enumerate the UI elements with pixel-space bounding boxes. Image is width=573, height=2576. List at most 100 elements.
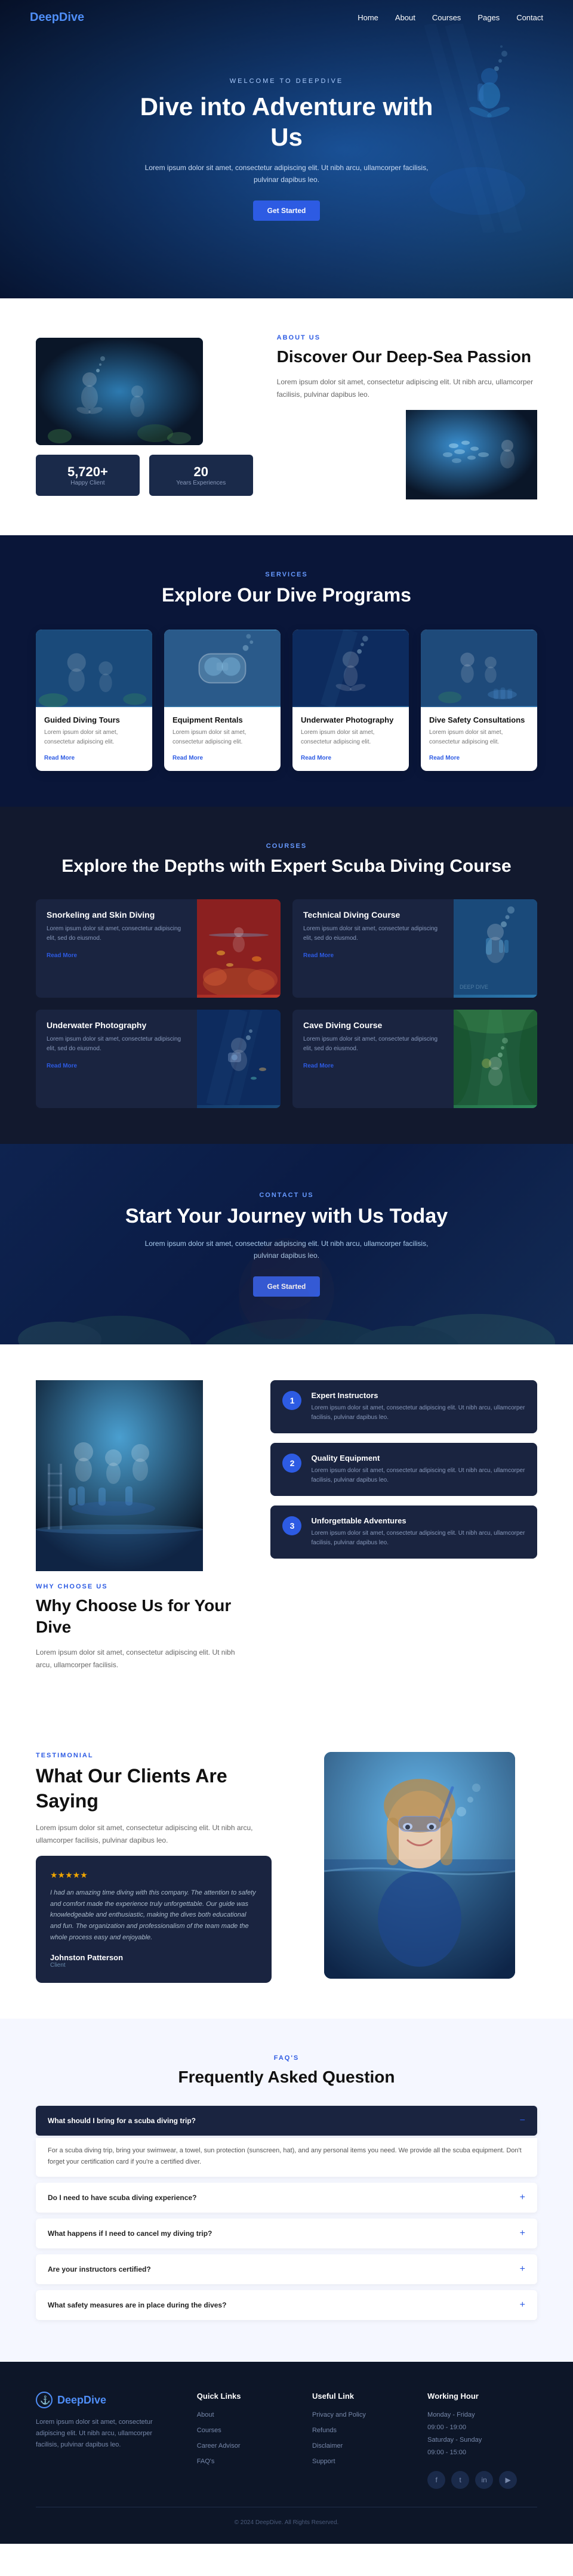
why-title: Why Choose Us for Your Dive [36,1595,241,1639]
service-card-2: Underwater Photography Lorem ipsum dolor… [292,630,409,771]
course-card-0: Snorkeling and Skin Diving Lorem ipsum d… [36,899,281,998]
service-readmore-0[interactable]: Read More [44,755,75,761]
cta-label: Contact Us [36,1192,537,1199]
why-card-desc-0: Lorem ipsum dolor sit amet, consectetur … [311,1403,525,1423]
footer-link-about[interactable]: About [197,2411,214,2418]
faq-question-4: What safety measures are in place during… [48,2301,226,2309]
why-card-1: 2 Quality Equipment Lorem ipsum dolor si… [270,1443,537,1496]
twitter-icon[interactable]: t [451,2471,469,2489]
course-body-1: Technical Diving Course Lorem ipsum dolo… [292,899,454,998]
course-readmore-1[interactable]: Read More [303,952,334,959]
why-num-0: 1 [282,1391,301,1410]
cta-title: Start Your Journey with Us Today [36,1205,537,1228]
footer-link-support[interactable]: Support [312,2458,335,2465]
nav-contact[interactable]: Contact [516,13,543,22]
footer-link-refunds[interactable]: Refunds [312,2427,337,2434]
svg-text:DEEP DIVE: DEEP DIVE [460,984,488,990]
testimonial-author: Johnston Patterson [50,1953,257,1962]
services-grid: Guided Diving Tours Lorem ipsum dolor si… [36,630,537,771]
course-body-0: Snorkeling and Skin Diving Lorem ipsum d… [36,899,197,998]
nav-about[interactable]: About [395,13,415,22]
youtube-icon[interactable]: ▶ [499,2471,517,2489]
why-num-2: 3 [282,1516,301,1535]
footer-brand-col: ⚓ DeepDive Lorem ipsum dolor sit amet, c… [36,2392,173,2489]
hero-cta-button[interactable]: Get Started [253,200,321,221]
stat-years-value: 20 [156,464,246,480]
hero-title: Dive into Adventure with Us [137,92,436,152]
service-title-2: Underwater Photography [301,715,401,724]
faq-item-0[interactable]: What should I bring for a scuba diving t… [36,2106,537,2136]
footer-hours-content: Monday - Friday 09:00 - 19:00 Saturday -… [427,2409,537,2459]
faq-chevron-3: + [520,2264,525,2275]
footer-hours-line-1: 09:00 - 19:00 [427,2421,537,2434]
about-label: About Us [277,334,537,341]
nav-links: Home About Courses Pages Contact [358,13,543,23]
service-desc-3: Lorem ipsum dolor sit amet, consectetur … [429,728,529,747]
faq-question-2: What happens if I need to cancel my divi… [48,2229,212,2238]
faq-question-3: Are your instructors certified? [48,2265,151,2273]
service-readmore-1[interactable]: Read More [172,755,203,761]
faq-item-1[interactable]: Do I need to have scuba diving experienc… [36,2183,537,2213]
testimonial-card: ★★★★★ I had an amazing time diving with … [36,1856,272,1982]
course-card-2: Underwater Photography Lorem ipsum dolor… [36,1010,281,1108]
service-title-3: Dive Safety Consultations [429,715,529,724]
course-image-1: DEEP DIVE [454,899,537,998]
facebook-icon[interactable]: f [427,2471,445,2489]
about-left: 5,720+ Happy Client 20 Years Experiences [36,338,253,496]
footer-link-disclaimer[interactable]: Disclaimer [312,2442,343,2449]
why-card-2: 3 Unforgettable Adventures Lorem ipsum d… [270,1506,537,1559]
footer-brand-desc: Lorem ipsum dolor sit amet, consectetur … [36,2417,173,2450]
footer-quick-links-col: Quick Links About Courses Career Advisor… [197,2392,288,2489]
faq-chevron-4: + [520,2300,525,2310]
cta-button[interactable]: Get Started [253,1276,321,1297]
service-readmore-2[interactable]: Read More [301,755,331,761]
why-card-title-0: Expert Instructors [311,1391,525,1400]
footer-hours-title: Working Hour [427,2392,537,2401]
footer-useful-links-title: Useful Link [312,2392,403,2401]
faq-question-1: Do I need to have scuba diving experienc… [48,2194,196,2202]
testimonial-section: Testimonial What Our Clients Are Saying … [0,1716,573,2018]
footer-link-courses[interactable]: Courses [197,2427,221,2434]
course-body-2: Underwater Photography Lorem ipsum dolor… [36,1010,197,1108]
faq-section: FAQ's Frequently Asked Question What sho… [0,2019,573,2362]
course-title-2: Underwater Photography [47,1020,186,1030]
course-desc-3: Lorem ipsum dolor sit amet, consectetur … [303,1035,443,1054]
nav-home[interactable]: Home [358,13,378,22]
footer-brand-name: DeepDive [57,2394,106,2407]
faq-item-2[interactable]: What happens if I need to cancel my divi… [36,2219,537,2248]
course-readmore-3[interactable]: Read More [303,1063,334,1069]
faq-answer-0: For a scuba diving trip, bring your swim… [36,2138,537,2177]
hero-content: Welcome to DeepDive Dive into Adventure … [137,78,436,221]
footer-link-career[interactable]: Career Advisor [197,2442,241,2449]
why-card-desc-1: Lorem ipsum dolor sit amet, consectetur … [311,1466,525,1485]
service-readmore-3[interactable]: Read More [429,755,460,761]
linkedin-icon[interactable]: in [475,2471,493,2489]
nav-courses[interactable]: Courses [432,13,461,22]
about-main-image [36,338,203,445]
footer-grid: ⚓ DeepDive Lorem ipsum dolor sit amet, c… [36,2392,537,2489]
footer-logo: ⚓ DeepDive [36,2392,173,2408]
course-title-0: Snorkeling and Skin Diving [47,910,186,920]
footer-link-faqs[interactable]: FAQ's [197,2458,215,2465]
faq-item-4[interactable]: What safety measures are in place during… [36,2290,537,2320]
courses-section: Courses Explore the Depths with Expert S… [0,807,573,1144]
stat-years-exp: 20 Years Experiences [149,455,253,496]
service-desc-2: Lorem ipsum dolor sit amet, consectetur … [301,728,401,747]
course-readmore-0[interactable]: Read More [47,952,77,959]
nav-pages[interactable]: Pages [478,13,500,22]
service-card-1: Equipment Rentals Lorem ipsum dolor sit … [164,630,281,771]
footer-useful-links: Privacy and Policy Refunds Disclaimer Su… [312,2409,403,2466]
faq-title: Frequently Asked Question [36,2066,537,2088]
faq-item-3[interactable]: Are your instructors certified? + [36,2254,537,2284]
courses-title: Explore the Depths with Expert Scuba Div… [36,854,537,878]
footer-link-privacy[interactable]: Privacy and Policy [312,2411,366,2418]
about-title: Discover Our Deep-Sea Passion [277,346,537,368]
about-secondary-image [406,410,537,499]
service-image-1 [164,630,281,707]
courses-grid: Snorkeling and Skin Diving Lorem ipsum d… [36,899,537,1108]
footer: ⚓ DeepDive Lorem ipsum dolor sit amet, c… [0,2362,573,2544]
course-readmore-2[interactable]: Read More [47,1063,77,1069]
logo[interactable]: DeepDive [30,11,84,24]
why-section: Why Choose Us Why Choose Us for Your Div… [0,1344,573,1717]
testimonial-title: What Our Clients Are Saying [36,1764,272,1813]
